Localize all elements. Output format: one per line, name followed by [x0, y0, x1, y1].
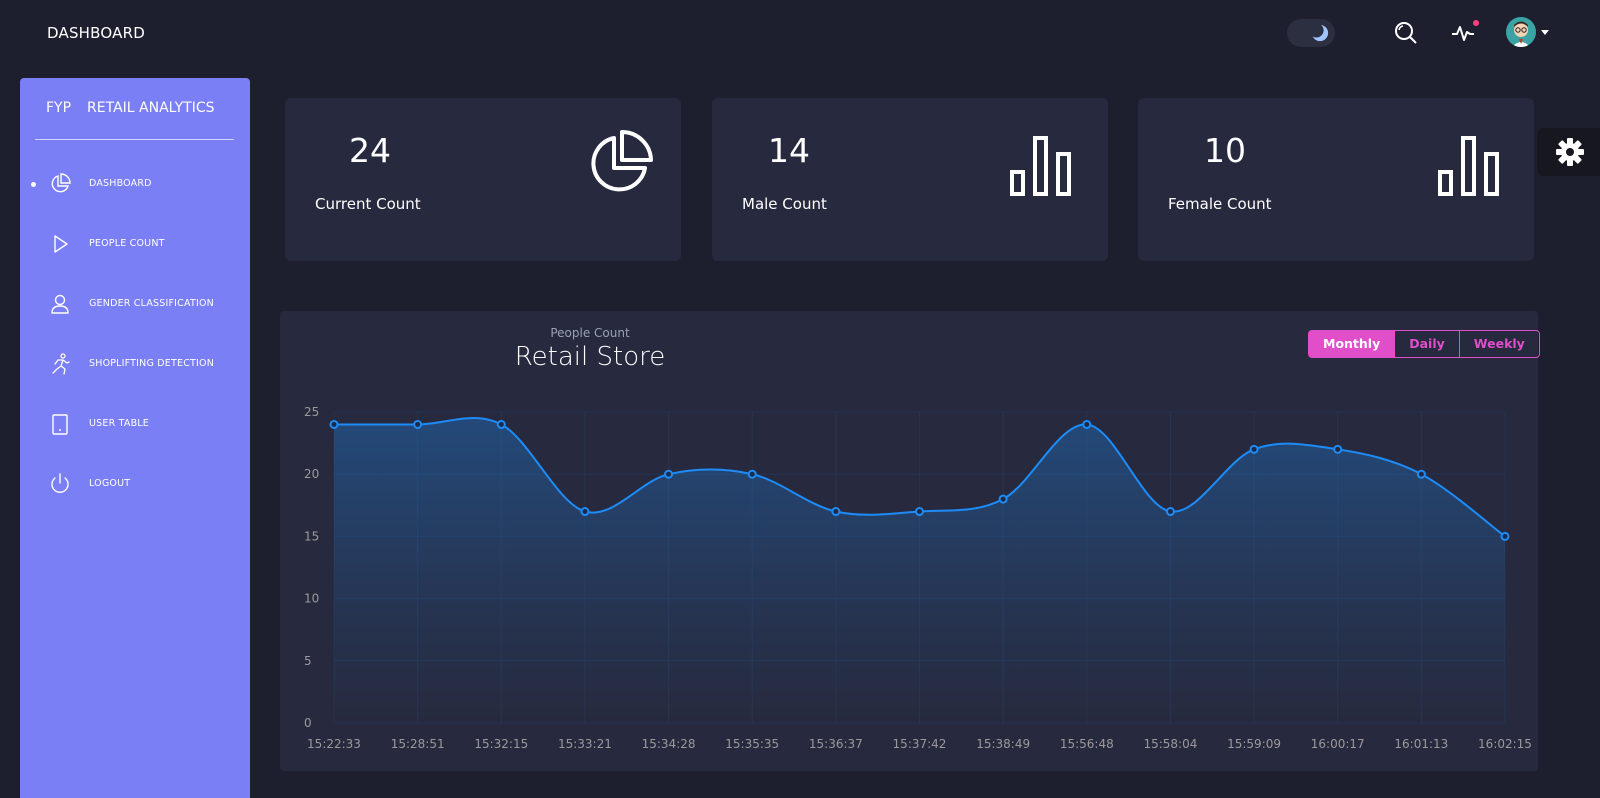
current-count-card: 24 Current Count	[285, 98, 681, 261]
x-tick-label: 15:33:21	[558, 737, 612, 751]
bar-chart-icon	[1010, 136, 1071, 196]
sidebar-item-shoplifting-detection[interactable]: SHOPLIFTING DETECTION	[20, 344, 250, 384]
bar-chart-icon	[1438, 136, 1499, 196]
y-tick-label: 15	[304, 529, 319, 543]
sidebar-brand[interactable]: FYP RETAIL ANALYTICS	[46, 100, 231, 116]
avatar-image	[1506, 17, 1536, 47]
x-tick-label: 16:00:17	[1311, 737, 1365, 751]
sidebar-item-label: SHOPLIFTING DETECTION	[89, 358, 215, 369]
avatar[interactable]	[1506, 17, 1536, 47]
x-tick-label: 16:02:15	[1478, 737, 1532, 751]
data-point	[1249, 444, 1259, 454]
x-tick-label: 15:35:35	[725, 737, 779, 751]
sidebar-item-label: PEOPLE COUNT	[89, 238, 165, 249]
theme-toggle[interactable]	[1287, 19, 1335, 47]
data-point	[831, 507, 841, 517]
data-point	[329, 419, 339, 429]
data-point	[1082, 419, 1092, 429]
current-count-label: Current Count	[315, 195, 421, 213]
sidebar-item-logout[interactable]: LOGOUT	[20, 464, 250, 504]
sidebar-item-label: GENDER CLASSIFICATION	[89, 298, 214, 309]
sidebar-item-label: LOGOUT	[89, 478, 131, 489]
people-count-line-chart: 0 5 10 15 20 25 15:22:33 15:28:51 15:32:15 15:33:…	[304, 405, 1532, 751]
x-tick-label: 15:36:37	[809, 737, 863, 751]
pie-chart-icon	[51, 173, 71, 193]
x-tick-label: 16:01:13	[1394, 737, 1448, 751]
data-point	[915, 507, 924, 517]
moon-icon	[1311, 24, 1329, 42]
power-icon	[51, 473, 69, 493]
sidebar-divider	[35, 139, 234, 140]
top-navbar: DASHBOARD	[0, 0, 1600, 68]
activity-icon[interactable]	[1450, 20, 1476, 46]
sidebar: FYP RETAIL ANALYTICS DASHBOARD PEOPLE COU…	[20, 78, 250, 798]
data-point	[664, 469, 674, 479]
sidebar-item-user-table[interactable]: USER TABLE	[20, 404, 250, 444]
search-icon[interactable]	[1393, 20, 1419, 46]
brand-short: FYP	[46, 100, 72, 116]
user-icon	[51, 294, 69, 314]
sidebar-item-dashboard[interactable]: DASHBOARD	[20, 164, 250, 204]
play-icon	[54, 235, 68, 253]
male-count-card: 14 Male Count	[712, 98, 1108, 261]
active-indicator	[31, 182, 36, 187]
x-tick-label: 15:58:04	[1143, 737, 1197, 751]
x-tick-label: 15:32:15	[474, 737, 528, 751]
sidebar-item-people-count[interactable]: PEOPLE COUNT	[20, 224, 250, 264]
brand-long: RETAIL ANALYTICS	[87, 100, 215, 116]
y-tick-label: 20	[304, 467, 319, 481]
page-title[interactable]: DASHBOARD	[47, 24, 145, 42]
x-tick-label: 15:59:09	[1227, 737, 1281, 751]
x-tick-label: 15:22:33	[307, 737, 361, 751]
x-tick-label: 15:37:42	[893, 737, 947, 751]
data-point	[1333, 444, 1343, 454]
running-icon	[52, 353, 70, 375]
male-count-value: 14	[768, 131, 810, 170]
male-count-label: Male Count	[742, 195, 827, 213]
y-tick-label: 10	[304, 592, 319, 606]
data-point	[496, 419, 506, 429]
current-count-value: 24	[349, 131, 391, 170]
female-count-value: 10	[1204, 131, 1246, 170]
data-point	[580, 507, 590, 517]
data-point	[747, 469, 757, 479]
pie-chart-icon	[591, 130, 653, 192]
x-tick-label: 15:56:48	[1060, 737, 1114, 751]
sidebar-item-label: USER TABLE	[89, 418, 149, 429]
sidebar-item-gender-classification[interactable]: GENDER CLASSIFICATION	[20, 284, 250, 324]
data-point	[1416, 469, 1426, 479]
y-tick-label: 25	[304, 405, 319, 419]
data-point	[1165, 507, 1175, 517]
tablet-icon	[52, 414, 68, 435]
x-tick-label: 15:28:51	[391, 737, 445, 751]
x-tick-label: 15:34:28	[642, 737, 696, 751]
gear-icon	[1556, 138, 1584, 166]
data-point	[1500, 531, 1510, 541]
people-count-chart-panel: People Count Retail Store Monthly Daily …	[280, 311, 1540, 771]
female-count-card: 10 Female Count	[1138, 98, 1534, 261]
data-point	[998, 494, 1008, 504]
sidebar-item-label: DASHBOARD	[89, 178, 152, 189]
chevron-down-icon[interactable]	[1541, 30, 1549, 35]
y-tick-label: 5	[304, 654, 312, 668]
female-count-label: Female Count	[1168, 195, 1272, 213]
notification-dot	[1473, 20, 1479, 26]
y-tick-label: 0	[304, 716, 312, 730]
x-tick-label: 15:38:49	[976, 737, 1030, 751]
data-point	[413, 419, 423, 429]
settings-tab[interactable]	[1537, 128, 1600, 176]
